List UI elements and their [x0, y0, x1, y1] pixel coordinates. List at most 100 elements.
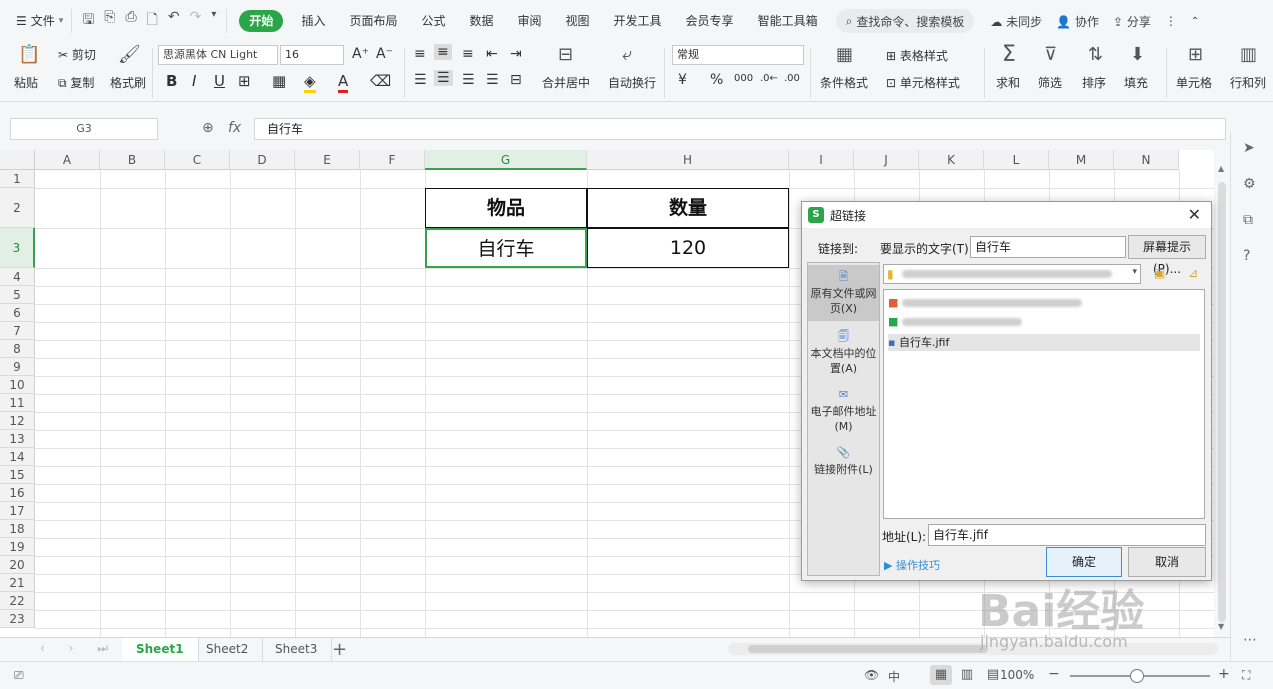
tab-home[interactable]: 开始 — [239, 10, 284, 32]
row-header-21[interactable]: 21 — [0, 574, 35, 592]
column-header-k[interactable]: K — [919, 150, 984, 170]
row-header-7[interactable]: 7 — [0, 322, 35, 340]
vertical-scroll-thumb[interactable] — [1218, 182, 1226, 622]
font-name-select[interactable]: 思源黑体 CN Light — [158, 45, 278, 65]
cell-icon[interactable]: ⊞ — [1188, 44, 1203, 65]
row-header-5[interactable]: 5 — [0, 286, 35, 304]
address-input[interactable]: 自行车.jfif — [928, 524, 1206, 546]
column-header-c[interactable]: C — [165, 150, 230, 170]
undo-icon[interactable]: ↶ — [168, 9, 180, 33]
indent-decrease-icon[interactable]: ⇤ — [486, 46, 498, 62]
wrap-text-icon[interactable]: ⤶ — [622, 44, 632, 65]
row-header-8[interactable]: 8 — [0, 340, 35, 358]
tab-member[interactable]: 会员专享 — [674, 7, 746, 35]
select-all-corner[interactable] — [0, 150, 35, 170]
column-header-n[interactable]: N — [1114, 150, 1179, 170]
filter-icon[interactable]: ⊽ — [1044, 44, 1057, 65]
row-header-1[interactable]: 1 — [0, 170, 35, 188]
row-header-23[interactable]: 23 — [0, 610, 35, 628]
row-header-13[interactable]: 13 — [0, 430, 35, 448]
sheet-nav-arrows[interactable]: ‹ › ⏭ — [40, 641, 118, 656]
sum-button[interactable]: 求和 — [996, 74, 1020, 91]
zoom-slider-knob[interactable] — [1130, 669, 1144, 683]
list-item[interactable]: ■ — [888, 294, 1082, 311]
cell-style-button[interactable]: ⊡ 单元格样式 — [886, 74, 960, 91]
row-col-icon[interactable]: ▥ — [1240, 44, 1257, 65]
decrease-decimal-icon[interactable]: .00 — [784, 73, 800, 84]
macro-icon[interactable]: ⎚ — [14, 668, 24, 683]
print-icon[interactable]: ⎙ — [125, 9, 136, 33]
share-button[interactable]: ⇪ 分享 — [1113, 13, 1151, 30]
file-list[interactable]: ■ ■ ▪ 自行车.jfif — [883, 289, 1205, 519]
cell-h2[interactable]: 数量 — [587, 188, 789, 228]
scroll-down-icon[interactable]: ▼ — [1218, 622, 1224, 631]
fill-icon[interactable]: ⬇ — [1130, 44, 1145, 65]
row-header-17[interactable]: 17 — [0, 502, 35, 520]
column-header-m[interactable]: M — [1049, 150, 1114, 170]
sync-status[interactable]: ☁ 未同步 — [990, 13, 1042, 30]
browse-folder-icon[interactable]: ▣ — [1154, 266, 1165, 280]
row-header-11[interactable]: 11 — [0, 394, 35, 412]
align-middle-icon[interactable]: ≡ — [434, 44, 452, 60]
cell-button[interactable]: 单元格 — [1176, 74, 1212, 91]
file-menu[interactable]: ☰ 文件 ▾ — [8, 7, 71, 35]
zoom-formula-icon[interactable]: ⊕ — [202, 120, 214, 136]
sheet-tab-3[interactable]: Sheet3 — [261, 638, 333, 661]
export-icon[interactable]: ⎘ — [104, 9, 115, 33]
scroll-up-icon[interactable]: ▲ — [1218, 164, 1224, 173]
cut-button[interactable]: ✂ 剪切 — [58, 46, 96, 63]
increase-decimal-icon[interactable]: .0← — [760, 73, 778, 84]
row-header-6[interactable]: 6 — [0, 304, 35, 322]
folder-select[interactable]: ▮ ▾ — [883, 264, 1141, 284]
horizontal-scrollbar[interactable] — [728, 643, 1218, 655]
cancel-button[interactable]: 取消 — [1128, 547, 1206, 577]
column-header-a[interactable]: A — [35, 150, 100, 170]
nav-existing-file[interactable]: 🗎 原有文件或网页(X) — [808, 265, 879, 321]
merge-center-icon[interactable]: ⊟ — [558, 44, 573, 65]
row-header-16[interactable]: 16 — [0, 484, 35, 502]
paste-icon[interactable]: 📋 — [18, 44, 40, 65]
redo-icon[interactable]: ↷ — [190, 9, 202, 33]
format-painter-button[interactable]: 格式刷 — [110, 74, 146, 91]
tab-smart-tools[interactable]: 智能工具箱 — [746, 7, 830, 35]
tab-view[interactable]: 视图 — [554, 7, 602, 35]
formula-input[interactable]: 自行车 — [254, 118, 1226, 140]
row-header-12[interactable]: 12 — [0, 412, 35, 430]
print-preview-icon[interactable]: 🗋 — [147, 9, 158, 33]
list-item-selected[interactable]: ▪ 自行车.jfif — [888, 334, 1200, 351]
indent-increase-icon[interactable]: ⇥ — [510, 46, 522, 62]
row-header-15[interactable]: 15 — [0, 466, 35, 484]
clear-format-icon[interactable]: ⌫ — [370, 72, 391, 90]
tab-insert[interactable]: 插入 — [289, 7, 337, 35]
display-text-input[interactable]: 自行车 — [970, 236, 1126, 258]
fill-button[interactable]: 填充 — [1124, 74, 1148, 91]
cell-h3[interactable]: 120 — [587, 228, 789, 268]
collapse-ribbon-icon[interactable]: ⌃ — [1191, 16, 1199, 27]
cond-format-button[interactable]: 条件格式 — [820, 74, 868, 91]
row-header-14[interactable]: 14 — [0, 448, 35, 466]
currency-icon[interactable]: ¥ — [678, 72, 687, 88]
save-icon[interactable]: 🖫 — [82, 9, 94, 33]
row-col-button[interactable]: 行和列 — [1230, 74, 1273, 91]
row-header-20[interactable]: 20 — [0, 556, 35, 574]
font-grow-icon[interactable]: A⁺ — [352, 46, 369, 62]
percent-icon[interactable]: % — [710, 72, 723, 88]
open-folder-icon[interactable]: ⊿ — [1188, 266, 1198, 280]
zoom-in-icon[interactable]: + — [1218, 666, 1230, 682]
align-left-icon[interactable]: ☰ — [414, 72, 427, 88]
row-header-9[interactable]: 9 — [0, 358, 35, 376]
eye-protection-icon[interactable]: 👁 — [864, 668, 879, 682]
zoom-level[interactable]: 100% — [1000, 668, 1034, 682]
cond-format-icon[interactable]: ▦ — [836, 44, 853, 65]
align-center-icon[interactable]: ☰ — [434, 70, 453, 86]
insert-function-icon[interactable]: fx — [228, 120, 241, 136]
highlight-icon[interactable]: ◈ — [304, 72, 316, 93]
sum-icon[interactable]: Σ — [1002, 42, 1016, 67]
column-header-l[interactable]: L — [984, 150, 1049, 170]
backup-icon[interactable]: ⧉ — [1243, 212, 1253, 228]
wrap-text-button[interactable]: 自动换行 — [608, 74, 656, 91]
sort-button[interactable]: 排序 — [1082, 74, 1106, 91]
nav-attachment[interactable]: 📎 链接附件(L) — [808, 443, 879, 483]
tab-review[interactable]: 审阅 — [506, 7, 554, 35]
customize-icon[interactable]: ▾ — [211, 9, 216, 33]
